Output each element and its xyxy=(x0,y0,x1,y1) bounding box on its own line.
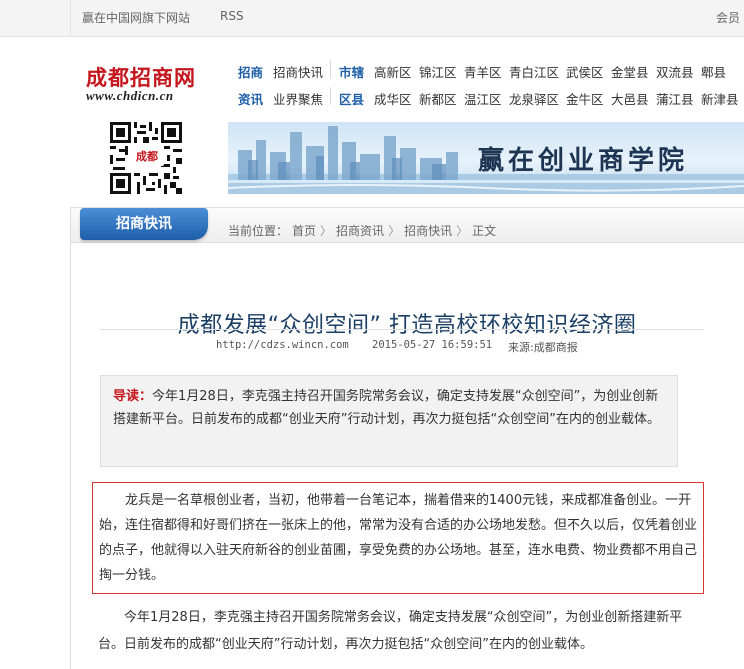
article-datetime: 2015-05-27 16:59:51 xyxy=(372,339,493,351)
member-link[interactable]: 会员 xyxy=(716,9,740,26)
lead-text: 今年1月28日，李克强主持召开国务院常务会议，确定支持发展“众创空间”，为创业创… xyxy=(113,389,660,427)
nav-item-wenjiang[interactable]: 温江区 xyxy=(464,89,502,108)
nav-item-shuangliu[interactable]: 双流县 xyxy=(656,62,694,81)
qr-code: 成都 xyxy=(110,122,182,194)
nav-item-pujiang[interactable]: 蒲江县 xyxy=(656,89,694,108)
section-tab[interactable]: 招商快讯 xyxy=(80,208,208,240)
nav-divider xyxy=(330,87,331,105)
article-title: 成都发展“众创空间” 打造高校环校知识经济圈 xyxy=(177,312,637,338)
lead-label: 导读： xyxy=(113,389,153,404)
title-divider xyxy=(100,329,704,330)
article-lead: 导读：今年1月28日，李克强主持召开国务院常务会议，确定支持发展“众创空间”，为… xyxy=(100,375,678,467)
nav-head-zixun[interactable]: 资讯 xyxy=(238,89,263,108)
nav-item-dayi[interactable]: 大邑县 xyxy=(611,89,649,108)
nav-item-qingyang[interactable]: 青羊区 xyxy=(464,62,502,81)
highlight-box: 龙兵是一名草根创业者，当初，他带着一台笔记本，揣着借来的1400元钱，来成都准备… xyxy=(92,482,704,594)
network-link[interactable]: 赢在中国网旗下网站 xyxy=(82,9,190,26)
article-source: 来源:成都商报 xyxy=(508,341,578,354)
chevron-right-icon: 〉 xyxy=(388,224,401,238)
nav-item-wuhou[interactable]: 武侯区 xyxy=(566,62,604,81)
nav-item-pixian[interactable]: 郫县 xyxy=(701,62,726,81)
banner[interactable]: 赢在创业商学院 xyxy=(228,122,744,194)
breadcrumb: 当前位置： 首页〉招商资讯〉招商快讯〉正文 xyxy=(228,222,500,239)
breadcrumb-prefix: 当前位置： xyxy=(228,224,289,238)
nav-item-jintang[interactable]: 金堂县 xyxy=(611,62,649,81)
nav-divider xyxy=(330,60,331,78)
rss-link[interactable]: RSS xyxy=(220,9,244,23)
breadcrumb-home[interactable]: 首页 xyxy=(292,224,316,238)
nav-item-longquanyi[interactable]: 龙泉驿区 xyxy=(509,89,559,108)
nav-item-jinjiang[interactable]: 锦江区 xyxy=(419,62,457,81)
breadcrumb-current: 正文 xyxy=(472,224,497,238)
nav-item-chenghua[interactable]: 成华区 xyxy=(374,89,412,108)
nav-head-quxian[interactable]: 区县 xyxy=(339,89,364,108)
nav-item-xindu[interactable]: 新都区 xyxy=(419,89,457,108)
highlight-text: 龙兵是一名草根创业者，当初，他带着一台笔记本，揣着借来的1400元钱，来成都准备… xyxy=(99,493,698,583)
breadcrumb-zhaoshang-kuaixun[interactable]: 招商快讯 xyxy=(404,224,452,238)
nav-item-xinjin[interactable]: 新津县 xyxy=(701,89,739,108)
logo-url: www.chdicn.cn xyxy=(86,88,174,103)
nav-item-gaoxin[interactable]: 高新区 xyxy=(374,62,412,81)
chevron-right-icon: 〉 xyxy=(320,224,333,238)
nav-item-qingbaijiang[interactable]: 青白江区 xyxy=(509,62,559,81)
article-paragraph: 今年1月28日，李克强主持召开国务院常务会议，确定支持发展“众创空间”，为创业创… xyxy=(98,610,683,652)
nav-item-jinniu[interactable]: 金牛区 xyxy=(566,89,604,108)
article-source-url[interactable]: http://cdzs.wincn.com xyxy=(216,339,349,351)
chevron-right-icon: 〉 xyxy=(456,224,469,238)
nav-head-zhaoshang[interactable]: 招商 xyxy=(238,62,263,81)
top-bar: 赢在中国网旗下网站 RSS 会员 xyxy=(0,0,744,37)
breadcrumb-zhaoshang-zixun[interactable]: 招商资讯 xyxy=(336,224,384,238)
top-bar-divider xyxy=(70,0,71,36)
qr-label: 成都 xyxy=(130,148,164,166)
nav-item-yejie-jujiao[interactable]: 业界聚焦 xyxy=(273,89,323,108)
banner-slogan: 赢在创业商学院 xyxy=(478,146,689,176)
nav-head-shixia[interactable]: 市辖 xyxy=(339,62,364,81)
nav-item-zhaoshang-kuaixun[interactable]: 招商快讯 xyxy=(273,62,323,81)
